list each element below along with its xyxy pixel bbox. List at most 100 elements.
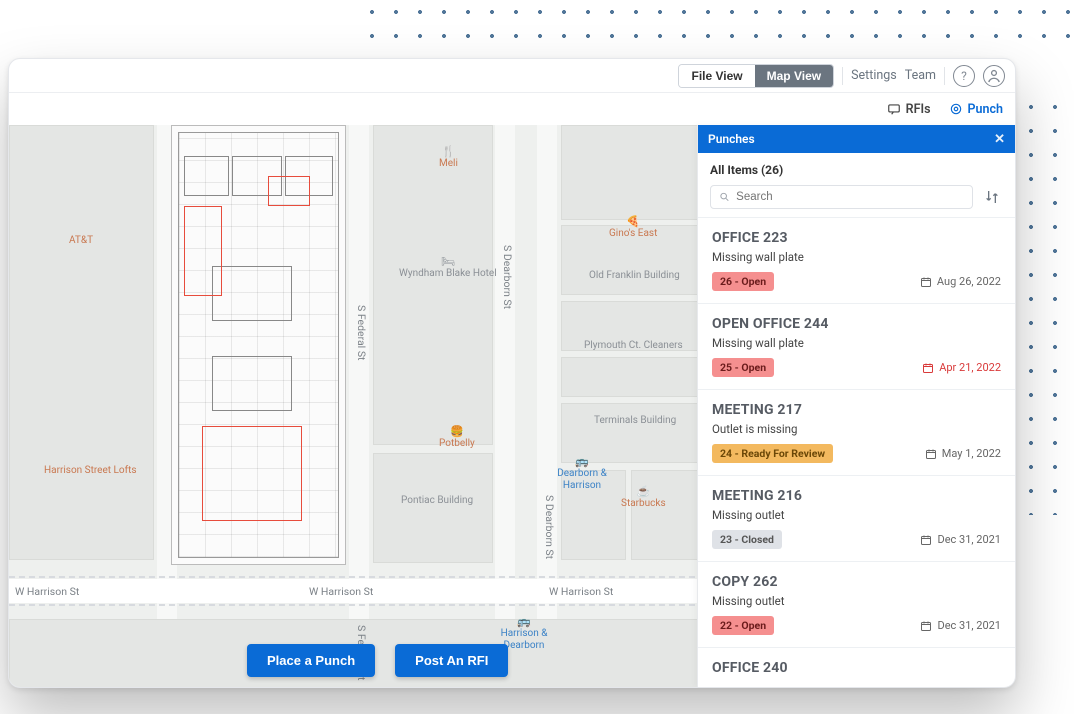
- post-rfi-button[interactable]: Post An RFI: [395, 644, 508, 677]
- punch-description: Missing outlet: [712, 508, 1001, 522]
- punch-item[interactable]: OFFICE 223 Missing wall plate 26 - Open Aug…: [698, 217, 1015, 303]
- decorative-dots: [360, 0, 1074, 50]
- restaurant-icon: 🍴: [439, 145, 458, 158]
- punch-label: Punch: [968, 102, 1003, 117]
- app-window: File View Map View Settings Team ? RFIs …: [8, 58, 1016, 688]
- punch-title: MEETING 216: [712, 488, 1001, 504]
- punch-description: Missing wall plate: [712, 250, 1001, 264]
- punch-date: Aug 26, 2022: [920, 275, 1001, 288]
- rfis-tab[interactable]: RFIs: [887, 102, 931, 117]
- punch-date: Dec 31, 2021: [920, 619, 1001, 632]
- status-badge: 23 - Closed: [712, 530, 782, 549]
- sort-button[interactable]: [981, 186, 1003, 208]
- punch-title: OFFICE 223: [712, 230, 1001, 246]
- calendar-icon: [925, 448, 937, 460]
- punches-panel: Punches ✕ All Items (26) OFFICE 223 Missi…: [697, 125, 1015, 687]
- close-icon[interactable]: ✕: [994, 132, 1005, 147]
- search-input[interactable]: [736, 191, 964, 203]
- transit-icon: 🚌: [557, 455, 607, 468]
- team-link[interactable]: Team: [905, 68, 936, 83]
- account-icon[interactable]: [983, 65, 1005, 87]
- poi-franklin: Old Franklin Building: [589, 270, 680, 282]
- punch-title: COPY 262: [712, 574, 1001, 590]
- divider: [944, 67, 945, 85]
- search-input-wrapper[interactable]: [710, 185, 973, 209]
- punch-item[interactable]: COPY 262 Missing outlet 22 - Open Dec 31, 2…: [698, 561, 1015, 647]
- map-view-button[interactable]: Map View: [755, 65, 833, 87]
- fp-room: [184, 156, 229, 196]
- fp-highlight: [268, 176, 310, 206]
- calendar-icon: [920, 534, 932, 546]
- file-view-button[interactable]: File View: [679, 65, 754, 87]
- cafe-icon: ☕: [621, 485, 666, 498]
- settings-link[interactable]: Settings: [851, 68, 897, 83]
- status-badge: 24 - Ready For Review: [712, 444, 833, 463]
- punch-date: Apr 21, 2022: [922, 361, 1001, 374]
- rfis-label: RFIs: [906, 102, 931, 117]
- all-items-label: All Items (26): [710, 163, 1003, 177]
- hotel-icon: 🛏: [399, 255, 497, 268]
- panel-header: Punches ✕: [698, 125, 1015, 153]
- restaurant-icon: 🍕: [609, 215, 657, 228]
- punch-tab[interactable]: Punch: [949, 102, 1003, 117]
- punch-meta-row: 26 - Open Aug 26, 2022: [712, 272, 1001, 291]
- punch-title: OPEN OFFICE 244: [712, 316, 1001, 332]
- fp-highlight: [184, 206, 222, 296]
- punch-item[interactable]: OPEN OFFICE 244Missing wall plate25 - Op…: [698, 303, 1015, 389]
- place-punch-button[interactable]: Place a Punch: [247, 644, 375, 677]
- punch-icon: [949, 102, 963, 116]
- poi-terminals: Terminals Building: [594, 415, 676, 427]
- restaurant-icon: 🍔: [439, 425, 475, 438]
- floorplan-overlay[interactable]: [171, 125, 346, 565]
- street-label: S Dearborn St: [543, 495, 556, 559]
- punch-date: May 1, 2022: [925, 447, 1001, 460]
- punch-meta-row: 25 - OpenApr 21, 2022: [712, 358, 1001, 377]
- punch-item[interactable]: MEETING 216 Missing outlet 23 - ClosedDec …: [698, 475, 1015, 561]
- map-block: [561, 357, 701, 397]
- decorative-dots: [1019, 95, 1074, 515]
- message-icon: [887, 102, 901, 116]
- fp-highlight: [202, 426, 302, 521]
- punch-meta-row: 23 - ClosedDec 31, 2021: [712, 530, 1001, 549]
- map-block: [373, 453, 493, 563]
- poi-harrison-lofts: Harrison Street Lofts: [44, 465, 137, 477]
- street-label: W Harrison St: [309, 585, 373, 598]
- poi-potbelly: 🍔Potbelly: [439, 425, 475, 450]
- poi-meli: 🍴Meli: [439, 145, 458, 170]
- map-block: [9, 125, 154, 560]
- punch-description: Outlet is missing: [712, 422, 1001, 436]
- street-label: S Federal St: [355, 305, 368, 360]
- calendar-icon: [920, 620, 932, 632]
- sort-icon: [984, 189, 1000, 205]
- secondary-bar: RFIs Punch: [9, 93, 1015, 125]
- poi-ginos: 🍕Gino's East: [609, 215, 657, 240]
- street-label: W Harrison St: [15, 585, 79, 598]
- fp-room: [212, 356, 292, 411]
- street-label: W Harrison St: [549, 585, 613, 598]
- poi-starbucks: ☕Starbucks: [621, 485, 666, 510]
- view-toggle: File View Map View: [678, 64, 834, 88]
- status-badge: 22 - Open: [712, 616, 774, 635]
- punch-item[interactable]: OFFICE 240: [698, 647, 1015, 687]
- panel-title: Punches: [708, 132, 755, 146]
- calendar-icon: [922, 362, 934, 374]
- map-block: [561, 403, 701, 463]
- map-block: [373, 125, 493, 445]
- poi-wyndham: 🛏Wyndham Blake Hotel: [399, 255, 497, 280]
- punch-list[interactable]: OFFICE 223 Missing wall plate 26 - Open Aug…: [698, 217, 1015, 687]
- street-label: S Dearborn St: [501, 245, 514, 309]
- calendar-icon: [920, 276, 932, 288]
- poi-pontiac: Pontiac Building: [401, 495, 473, 507]
- help-icon[interactable]: ?: [953, 65, 975, 87]
- status-badge: 26 - Open: [712, 272, 774, 291]
- search-row: [710, 185, 1003, 209]
- panel-subheader: All Items (26): [698, 153, 1015, 217]
- punch-meta-row: 24 - Ready For Review May 1, 2022: [712, 444, 1001, 463]
- punch-title: OFFICE 240: [712, 660, 1001, 676]
- transit-icon: 🚌: [499, 615, 549, 628]
- punch-title: MEETING 217: [712, 402, 1001, 418]
- map-block: [561, 125, 701, 220]
- punch-item[interactable]: MEETING 217 Outlet is missing 24 - Ready F…: [698, 389, 1015, 475]
- action-buttons: Place a Punch Post An RFI: [247, 644, 508, 677]
- punch-description: Missing outlet: [712, 594, 1001, 608]
